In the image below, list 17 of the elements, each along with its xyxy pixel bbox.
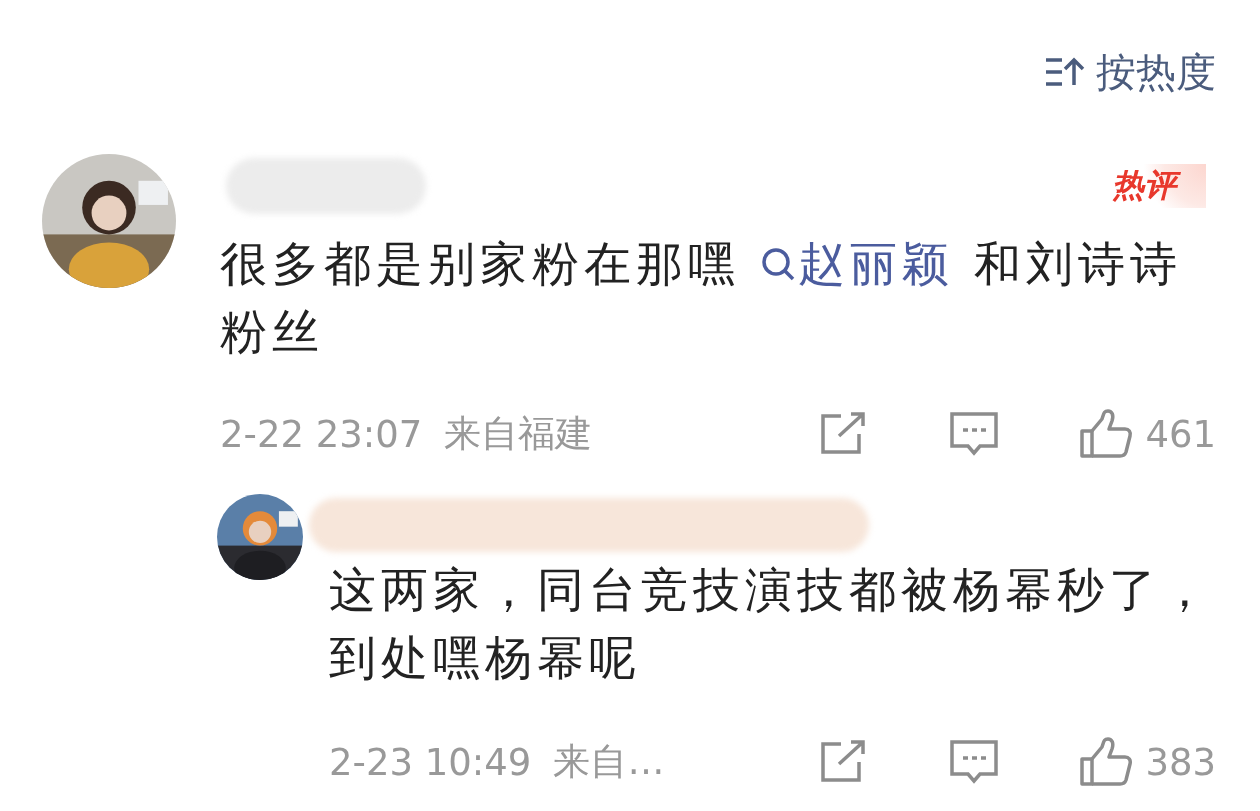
comment-text: 这两家，同台竞技演技都被杨幂秒了，到处嘿杨幂呢 [329,561,1214,687]
like-icon[interactable] [1079,409,1134,459]
comment-icon[interactable] [949,739,1000,785]
comment-text: 很多都是别家粉在那嘿 赵丽颖 和刘诗诗粉丝 [220,235,1183,361]
search-icon [759,246,796,282]
search-link[interactable]: 赵丽颖 [759,236,954,291]
comment-time: 2-23 10:49 [329,740,532,784]
sort-button[interactable]: 按热度 [1044,42,1216,102]
like-count: 383 [1145,740,1216,784]
like-count: 461 [1145,412,1216,456]
sort-icon [1044,57,1086,87]
like-icon[interactable] [1079,737,1134,787]
comment-icon[interactable] [949,411,1000,457]
comment-time: 2-22 23:07 [220,412,423,456]
comment-location: 来自福建 [444,411,593,457]
hot-badge: 热评 [1112,164,1206,208]
comment-location: 来自… [553,739,665,785]
